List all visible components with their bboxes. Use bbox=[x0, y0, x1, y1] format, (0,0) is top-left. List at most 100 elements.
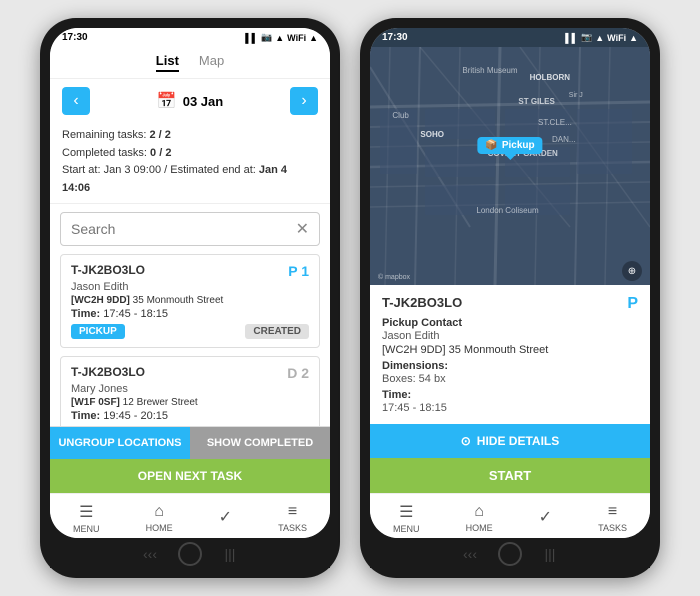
mapbox-credit: © mapbox bbox=[378, 274, 410, 281]
task-badges-1: PICKUP CREATED bbox=[71, 324, 309, 339]
search-bar[interactable]: ✕ bbox=[60, 212, 320, 246]
show-completed-button[interactable]: SHOW COMPLETED bbox=[190, 427, 330, 459]
map-label-dan: DAN... bbox=[552, 135, 576, 144]
date-navigator: ‹ 📅 03 Jan › bbox=[50, 79, 330, 123]
detail-priority: P bbox=[627, 295, 638, 313]
ungroup-locations-button[interactable]: UNGROUP LOCATIONS bbox=[50, 427, 190, 459]
right-home-bar: ‹‹‹ ||| bbox=[370, 538, 650, 568]
right-nav-check[interactable]: ✓ bbox=[539, 507, 552, 529]
home-icon: ⌂ bbox=[154, 503, 164, 521]
tasks-icon: ≡ bbox=[288, 503, 297, 521]
map-label-london-coliseum: London Coliseum bbox=[476, 206, 538, 215]
back-button[interactable]: ‹‹‹ bbox=[138, 542, 162, 566]
task-header-2: T-JK2BO3LO D 2 bbox=[71, 365, 309, 381]
left-phone: 17:30 ▌▌ 📷 ▲ WiFi ▲ List Map ‹ 📅 03 Jan … bbox=[40, 18, 340, 578]
right-screen: 17:30 ▌▌ 📷 ▲ WiFi ▲ bbox=[370, 28, 650, 538]
recents-button[interactable]: ||| bbox=[218, 542, 242, 566]
nav-tabs: List Map bbox=[50, 47, 330, 79]
search-input[interactable] bbox=[71, 221, 296, 237]
hide-details-button[interactable]: ⊙ HIDE DETAILS bbox=[370, 424, 650, 458]
pickup-marker-label: Pickup bbox=[502, 140, 535, 151]
nav-tasks[interactable]: ≡ TASKS bbox=[278, 503, 307, 533]
left-status-bar: 17:30 ▌▌ 📷 ▲ WiFi ▲ bbox=[50, 28, 330, 47]
home-button[interactable] bbox=[178, 542, 202, 566]
left-home-bar: ‹‹‹ ||| bbox=[50, 538, 330, 568]
nav-check[interactable]: ✓ bbox=[219, 507, 232, 529]
task-time-1: Time: 17:45 - 18:15 bbox=[71, 308, 309, 320]
detail-address: [WC2H 9DD] 35 Monmouth Street bbox=[382, 344, 638, 356]
detail-header: T-JK2BO3LO P bbox=[382, 295, 638, 313]
task-priority-2: D 2 bbox=[287, 365, 309, 381]
task-address-1: [WC2H 9DD] 35 Monmouth Street bbox=[71, 295, 309, 306]
check-icon: ✓ bbox=[219, 507, 232, 527]
right-tasks-label: TASKS bbox=[598, 523, 627, 533]
right-recents-button[interactable]: ||| bbox=[538, 542, 562, 566]
task-time-2: Time: 19:45 - 20:15 bbox=[71, 410, 309, 422]
map-label-soho: SOHO bbox=[420, 130, 444, 139]
current-date: 03 Jan bbox=[183, 94, 223, 109]
detail-panel: T-JK2BO3LO P Pickup Contact Jason Edith … bbox=[370, 285, 650, 424]
task-street-2: 12 Brewer Street bbox=[123, 397, 198, 408]
task-id-2: T-JK2BO3LO bbox=[71, 365, 145, 379]
task-card-2[interactable]: T-JK2BO3LO D 2 Mary Jones [W1F 0SF] 12 B… bbox=[60, 356, 320, 426]
contact-label: Pickup Contact bbox=[382, 317, 638, 329]
task-list: T-JK2BO3LO P 1 Jason Edith [WC2H 9DD] 35… bbox=[50, 254, 330, 426]
clear-search-icon[interactable]: ✕ bbox=[296, 219, 309, 239]
type-badge-1: PICKUP bbox=[71, 324, 125, 339]
schedule-info: Start at: Jan 3 09:00 / Estimated end at… bbox=[62, 162, 318, 197]
hide-details-icon: ⊙ bbox=[461, 434, 471, 448]
calendar-icon: 📅 bbox=[157, 91, 177, 111]
bottom-actions: UNGROUP LOCATIONS SHOW COMPLETED bbox=[50, 426, 330, 459]
right-time: 17:30 bbox=[382, 32, 408, 43]
status-badge-1: CREATED bbox=[245, 324, 309, 339]
open-next-task-button[interactable]: OPEN NEXT TASK bbox=[50, 459, 330, 493]
tasks-label: TASKS bbox=[278, 523, 307, 533]
map-label-holborn: HOLBORN bbox=[530, 73, 570, 82]
next-date-button[interactable]: › bbox=[290, 87, 318, 115]
right-nav-menu[interactable]: ☰ MENU bbox=[393, 502, 420, 534]
left-status-icons: ▌▌ 📷 ▲ WiFi ▲ bbox=[245, 32, 318, 43]
map-label-stcle: ST.CLE... bbox=[538, 118, 572, 127]
detail-street: 35 Monmouth Street bbox=[449, 344, 549, 356]
nav-menu[interactable]: ☰ MENU bbox=[73, 502, 100, 534]
right-home-button[interactable] bbox=[498, 542, 522, 566]
task-priority-1: P 1 bbox=[288, 263, 309, 279]
time-value-1: 17:45 - 18:15 bbox=[103, 308, 168, 320]
prev-date-button[interactable]: ‹ bbox=[62, 87, 90, 115]
right-back-button[interactable]: ‹‹‹ bbox=[458, 542, 482, 566]
task-name-2: Mary Jones bbox=[71, 383, 309, 395]
left-bottom-nav: ☰ MENU ⌂ HOME ✓ ≡ TASKS bbox=[50, 493, 330, 538]
start-button[interactable]: START bbox=[370, 458, 650, 493]
menu-icon: ☰ bbox=[79, 502, 93, 522]
time-label-1: Time: bbox=[71, 308, 100, 320]
right-menu-label: MENU bbox=[393, 524, 420, 534]
map-label-club: Club bbox=[392, 111, 408, 120]
detail-postcode: [WC2H 9DD] bbox=[382, 344, 446, 356]
task-card-1[interactable]: T-JK2BO3LO P 1 Jason Edith [WC2H 9DD] 35… bbox=[60, 254, 320, 348]
time-label-2: Time: bbox=[71, 410, 100, 422]
map-label-sir-j: Sir J bbox=[569, 92, 583, 99]
contact-name: Jason Edith bbox=[382, 330, 638, 342]
right-status-bar: 17:30 ▌▌ 📷 ▲ WiFi ▲ bbox=[370, 28, 650, 47]
map-view[interactable]: British Museum HOLBORN ST GILES SOHO Clu… bbox=[370, 47, 650, 285]
tab-list[interactable]: List bbox=[156, 53, 179, 72]
dimensions-label: Dimensions: bbox=[382, 360, 638, 372]
nav-home[interactable]: ⌂ HOME bbox=[146, 503, 173, 533]
task-postcode-2: [W1F 0SF] bbox=[71, 397, 120, 408]
right-phone: 17:30 ▌▌ 📷 ▲ WiFi ▲ bbox=[360, 18, 660, 578]
map-label-st-giles: ST GILES bbox=[518, 97, 554, 106]
task-id-1: T-JK2BO3LO bbox=[71, 263, 145, 277]
map-label-british-museum: British Museum bbox=[462, 66, 517, 75]
time-value-2: 19:45 - 20:15 bbox=[103, 410, 168, 422]
right-nav-home[interactable]: ⌂ HOME bbox=[466, 503, 493, 533]
task-street-1: 35 Monmouth Street bbox=[133, 295, 224, 306]
right-menu-icon: ☰ bbox=[399, 502, 413, 522]
right-nav-tasks[interactable]: ≡ TASKS bbox=[598, 503, 627, 533]
tab-map[interactable]: Map bbox=[199, 53, 224, 72]
left-time: 17:30 bbox=[62, 32, 88, 43]
task-header-1: T-JK2BO3LO P 1 bbox=[71, 263, 309, 279]
task-postcode-1: [WC2H 9DD] bbox=[71, 295, 130, 306]
right-home-label: HOME bbox=[466, 523, 493, 533]
date-display: 📅 03 Jan bbox=[157, 91, 223, 111]
task-address-2: [W1F 0SF] 12 Brewer Street bbox=[71, 397, 309, 408]
